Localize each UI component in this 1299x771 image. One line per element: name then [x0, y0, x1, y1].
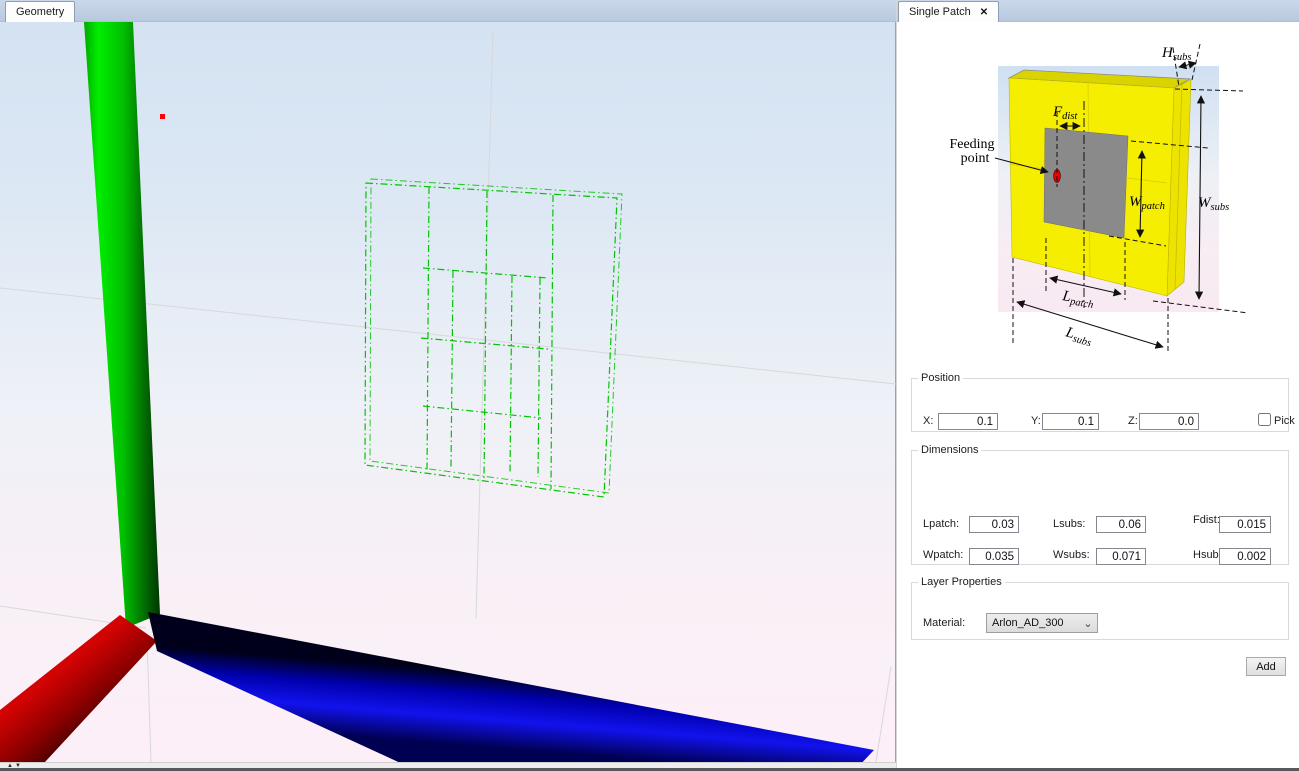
material-label: Material: [923, 617, 965, 629]
pick-checkbox[interactable] [1258, 413, 1271, 426]
lsubs-input[interactable] [1096, 516, 1146, 533]
tab-geometry[interactable]: Geometry [5, 1, 75, 22]
layer-properties-legend: Layer Properties [918, 576, 1005, 588]
position-groupbox: Position X: Y: Z: Pick [911, 372, 1289, 432]
y-label: Y: [1031, 415, 1041, 427]
layer-properties-groupbox: Layer Properties Material: Arlon_AD_300 … [911, 576, 1289, 640]
geometry-view-region: Geometry [0, 0, 896, 771]
lower-left-axis-cylinder [0, 615, 157, 762]
z-input[interactable] [1139, 413, 1199, 430]
lpatch-label: Lpatch: [923, 518, 959, 530]
application-window: Geometry [0, 0, 1299, 771]
single-patch-tabbar: Single Patch ✕ [897, 0, 1299, 22]
x-label: X: [923, 415, 933, 427]
wpatch-input[interactable] [969, 548, 1019, 565]
material-select[interactable]: Arlon_AD_300 ⌄ [986, 613, 1098, 633]
tab-geometry-label: Geometry [16, 6, 64, 18]
patch-antenna-diagram: Hsubs Fdist Wpatch Wsubs Lpatch Lsubs Fe… [897, 22, 1299, 367]
z-label: Z: [1128, 415, 1138, 427]
wsubs-label: Wsubs: [1053, 549, 1090, 561]
vertical-axis-cylinder [84, 22, 160, 628]
viewport-3d-scene [0, 22, 896, 762]
dimensions-legend: Dimensions [918, 444, 981, 456]
single-patch-panel: Single Patch ✕ [896, 0, 1299, 768]
fdist-label: Fdist: [1193, 514, 1220, 526]
tab-single-patch[interactable]: Single Patch ✕ [898, 1, 999, 22]
feeding-point-label: Feeding point [949, 137, 994, 166]
close-icon[interactable]: ✕ [980, 7, 988, 18]
viewport-canvas[interactable] [0, 22, 896, 762]
lsubs-label: Lsubs: [1053, 518, 1085, 530]
svg-text:Lsubs: Lsubs [1062, 324, 1094, 349]
svg-text:Hsubs: Hsubs [1161, 45, 1192, 63]
chevron-down-icon: ⌄ [1079, 617, 1097, 630]
dimensions-groupbox: Dimensions Lpatch: Lsubs: Fdist: Wpatch:… [911, 444, 1289, 565]
pick-label: Pick [1274, 415, 1295, 427]
lpatch-input[interactable] [969, 516, 1019, 533]
lower-right-axis-cylinder [148, 612, 874, 762]
hsubs-input[interactable] [1219, 548, 1271, 565]
svg-text:Feeding: Feeding [949, 137, 994, 152]
position-legend: Position [918, 372, 963, 384]
patch-antenna-wireframe [365, 179, 622, 497]
fdist-input[interactable] [1219, 516, 1271, 533]
y-input[interactable] [1042, 413, 1099, 430]
material-selected-value: Arlon_AD_300 [987, 617, 1079, 629]
svg-text:point: point [961, 151, 990, 166]
selection-marker-dot [160, 114, 165, 119]
wpatch-label: Wpatch: [923, 549, 963, 561]
add-button[interactable]: Add [1246, 657, 1286, 676]
tab-single-patch-label: Single Patch [909, 6, 971, 18]
geometry-tabbar: Geometry [0, 0, 896, 22]
x-input[interactable] [938, 413, 998, 430]
wsubs-input[interactable] [1096, 548, 1146, 565]
